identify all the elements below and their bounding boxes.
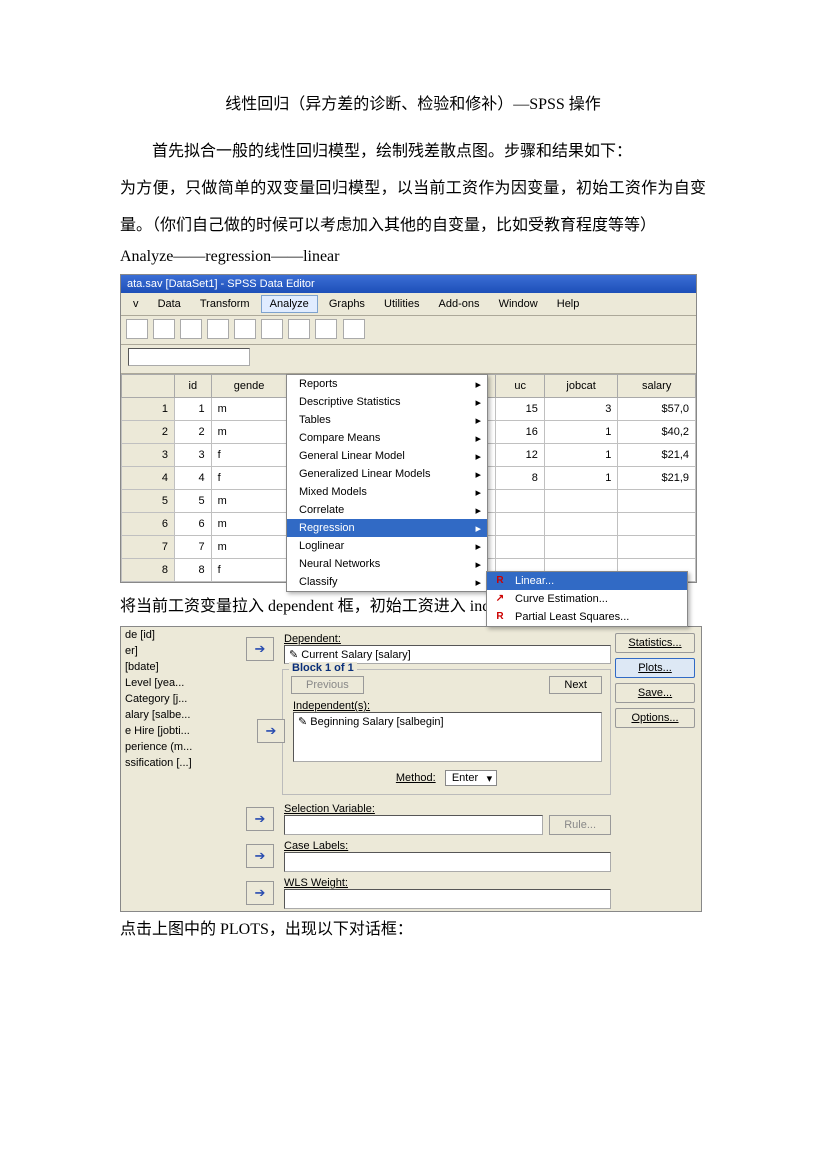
menu-item-classify[interactable]: Classify▸ (287, 573, 487, 591)
menu-v[interactable]: v (125, 296, 147, 312)
toolbar-btn[interactable] (288, 319, 310, 339)
submenu-curve[interactable]: ↗Curve Estimation... (487, 590, 687, 608)
menu-item-descriptive[interactable]: Descriptive Statistics▸ (287, 393, 487, 411)
col-salary[interactable]: salary (618, 375, 696, 398)
move-selection-button[interactable]: ➔ (246, 807, 274, 831)
menu-item-reports[interactable]: Reports▸ (287, 375, 487, 393)
menubar: v Data Transform Analyze Graphs Utilitie… (121, 293, 696, 316)
toolbar-btn[interactable] (315, 319, 337, 339)
method-select[interactable]: Enter (445, 770, 497, 786)
toolbar-btn[interactable] (234, 319, 256, 339)
menu-item-glm[interactable]: General Linear Model▸ (287, 447, 487, 465)
regression-submenu: RLinear... ↗Curve Estimation... RPartial… (486, 571, 688, 627)
var-item[interactable]: er] (121, 643, 236, 659)
options-button[interactable]: Options... (615, 708, 695, 728)
dialog-side-buttons: Statistics... Plots... Save... Options..… (615, 627, 701, 911)
para-1: 首先拟合一般的线性回归模型，绘制残差散点图。步骤和结果如下： (120, 134, 706, 171)
dependent-label: Dependent: (284, 633, 611, 645)
col-blank (122, 375, 175, 398)
next-button[interactable]: Next (549, 676, 602, 694)
analyze-path: Analyze――regression――linear (120, 248, 706, 266)
move-independent-button[interactable]: ➔ (257, 719, 285, 743)
block-title: Block 1 of 1 (289, 662, 357, 674)
toolbar-btn[interactable] (180, 319, 202, 339)
menu-item-loglinear[interactable]: Loglinear▸ (287, 537, 487, 555)
goto-input[interactable] (128, 348, 250, 366)
block-group: Block 1 of 1 Previous Next ➔ Independent… (282, 669, 611, 795)
menu-item-neural[interactable]: Neural Networks▸ (287, 555, 487, 573)
var-item[interactable]: perience (m... (121, 739, 236, 755)
submenu-pls[interactable]: RPartial Least Squares... (487, 608, 687, 626)
wls-field[interactable] (284, 889, 611, 909)
page-title: 线性回归（异方差的诊断、检验和修补）—SPSS 操作 (120, 90, 706, 114)
toolbar-btn[interactable] (126, 319, 148, 339)
method-label: Method: (396, 772, 436, 784)
toolbar (121, 316, 696, 345)
para-4: 点击上图中的 PLOTS，出现以下对话框： (120, 912, 706, 949)
menu-item-correlate[interactable]: Correlate▸ (287, 501, 487, 519)
move-dependent-button[interactable]: ➔ (246, 637, 274, 661)
menu-item-mixed[interactable]: Mixed Models▸ (287, 483, 487, 501)
spss-editor-screenshot: ata.sav [DataSet1] - SPSS Data Editor v … (120, 274, 697, 583)
submenu-linear[interactable]: RLinear... (487, 572, 687, 590)
menu-data[interactable]: Data (150, 296, 189, 312)
menu-window[interactable]: Window (491, 296, 546, 312)
menu-utilities[interactable]: Utilities (376, 296, 427, 312)
menu-item-regression[interactable]: Regression▸ (287, 519, 487, 537)
plots-button[interactable]: Plots... (615, 658, 695, 678)
analyze-dropdown: Reports▸ Descriptive Statistics▸ Tables▸… (286, 374, 488, 592)
var-item[interactable]: e Hire [jobti... (121, 723, 236, 739)
wls-label: WLS Weight: (284, 877, 611, 889)
curve-icon: ↗ (493, 593, 507, 604)
move-wls-button[interactable]: ➔ (246, 881, 274, 905)
var-item[interactable]: ssification [...] (121, 755, 236, 771)
menu-item-genlin[interactable]: Generalized Linear Models▸ (287, 465, 487, 483)
var-item[interactable]: alary [salbe... (121, 707, 236, 723)
independent-label: Independent(s): (293, 700, 602, 712)
menu-graphs[interactable]: Graphs (321, 296, 373, 312)
menu-addons[interactable]: Add-ons (431, 296, 488, 312)
toolbar-btn[interactable] (343, 319, 365, 339)
selection-var-field[interactable] (284, 815, 543, 835)
menu-transform[interactable]: Transform (192, 296, 258, 312)
menu-item-compare-means[interactable]: Compare Means▸ (287, 429, 487, 447)
menu-analyze[interactable]: Analyze (261, 295, 318, 313)
menu-help[interactable]: Help (549, 296, 588, 312)
para-2: 为方便，只做简单的双变量回归模型，以当前工资作为因变量，初始工资作为自变量。（你… (120, 171, 706, 245)
toolbar-btn[interactable] (261, 319, 283, 339)
save-button[interactable]: Save... (615, 683, 695, 703)
independent-field[interactable]: ✎ Beginning Salary [salbegin] (293, 712, 602, 762)
selection-var-label: Selection Variable: (284, 803, 611, 815)
col-uc[interactable]: uc (496, 375, 544, 398)
menu-item-tables[interactable]: Tables▸ (287, 411, 487, 429)
case-labels-label: Case Labels: (284, 840, 611, 852)
col-jobcat[interactable]: jobcat (544, 375, 617, 398)
var-item[interactable]: de [id] (121, 627, 236, 643)
previous-button: Previous (291, 676, 364, 694)
col-gender[interactable]: gende (211, 375, 287, 398)
linear-regression-dialog: de [id] er] [bdate] Level [yea... Catego… (120, 626, 702, 912)
statistics-button[interactable]: Statistics... (615, 633, 695, 653)
var-item[interactable]: [bdate] (121, 659, 236, 675)
toolbar-btn[interactable] (153, 319, 175, 339)
r-icon: R (493, 611, 507, 622)
toolbar-2 (121, 345, 696, 374)
rule-button: Rule... (549, 815, 611, 835)
window-titlebar: ata.sav [DataSet1] - SPSS Data Editor (121, 275, 696, 293)
r-icon: R (493, 575, 507, 586)
case-labels-field[interactable] (284, 852, 611, 872)
variable-list[interactable]: de [id] er] [bdate] Level [yea... Catego… (121, 627, 236, 911)
var-item[interactable]: Level [yea... (121, 675, 236, 691)
col-id[interactable]: id (175, 375, 212, 398)
toolbar-btn[interactable] (207, 319, 229, 339)
move-caselabels-button[interactable]: ➔ (246, 844, 274, 868)
var-item[interactable]: Category [j... (121, 691, 236, 707)
